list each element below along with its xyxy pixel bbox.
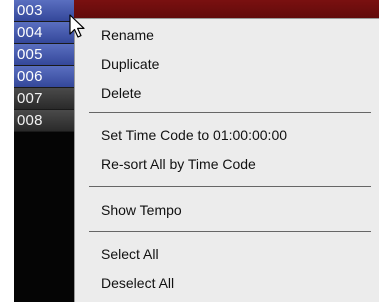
marker-row-006[interactable]: 006 [14,66,74,88]
marker-list-window: 003 004 005 006 007 008 Rename Duplicate… [0,0,379,302]
menu-item-select-all[interactable]: Select All [101,246,159,262]
menu-item-resort-by-time-code[interactable]: Re-sort All by Time Code [101,156,256,172]
marker-row-003[interactable]: 003 [14,0,74,22]
menu-item-set-time-code[interactable]: Set Time Code to 01:00:00:00 [101,127,287,143]
marker-row-005[interactable]: 005 [14,44,74,66]
marker-row-007[interactable]: 007 [14,88,74,110]
menu-separator [89,231,371,232]
menu-item-rename[interactable]: Rename [101,27,154,43]
marker-row-004[interactable]: 004 [14,22,74,44]
marker-list: 003 004 005 006 007 008 [14,0,74,302]
marker-number: 005 [17,46,43,63]
marker-number: 007 [17,90,43,107]
marker-number: 003 [17,2,43,19]
menu-item-duplicate[interactable]: Duplicate [101,56,159,72]
marker-number: 008 [17,112,43,129]
menu-separator [89,112,371,113]
marker-row-008[interactable]: 008 [14,110,74,132]
context-menu: Rename Duplicate Delete Set Time Code to… [74,18,379,302]
marker-number: 006 [17,68,43,85]
arrow-pointer-icon [68,14,88,40]
menu-item-delete[interactable]: Delete [101,85,141,101]
menu-item-deselect-all[interactable]: Deselect All [101,275,174,291]
marker-number: 004 [17,24,43,41]
menu-separator [89,186,371,187]
menu-item-show-tempo[interactable]: Show Tempo [101,202,182,218]
